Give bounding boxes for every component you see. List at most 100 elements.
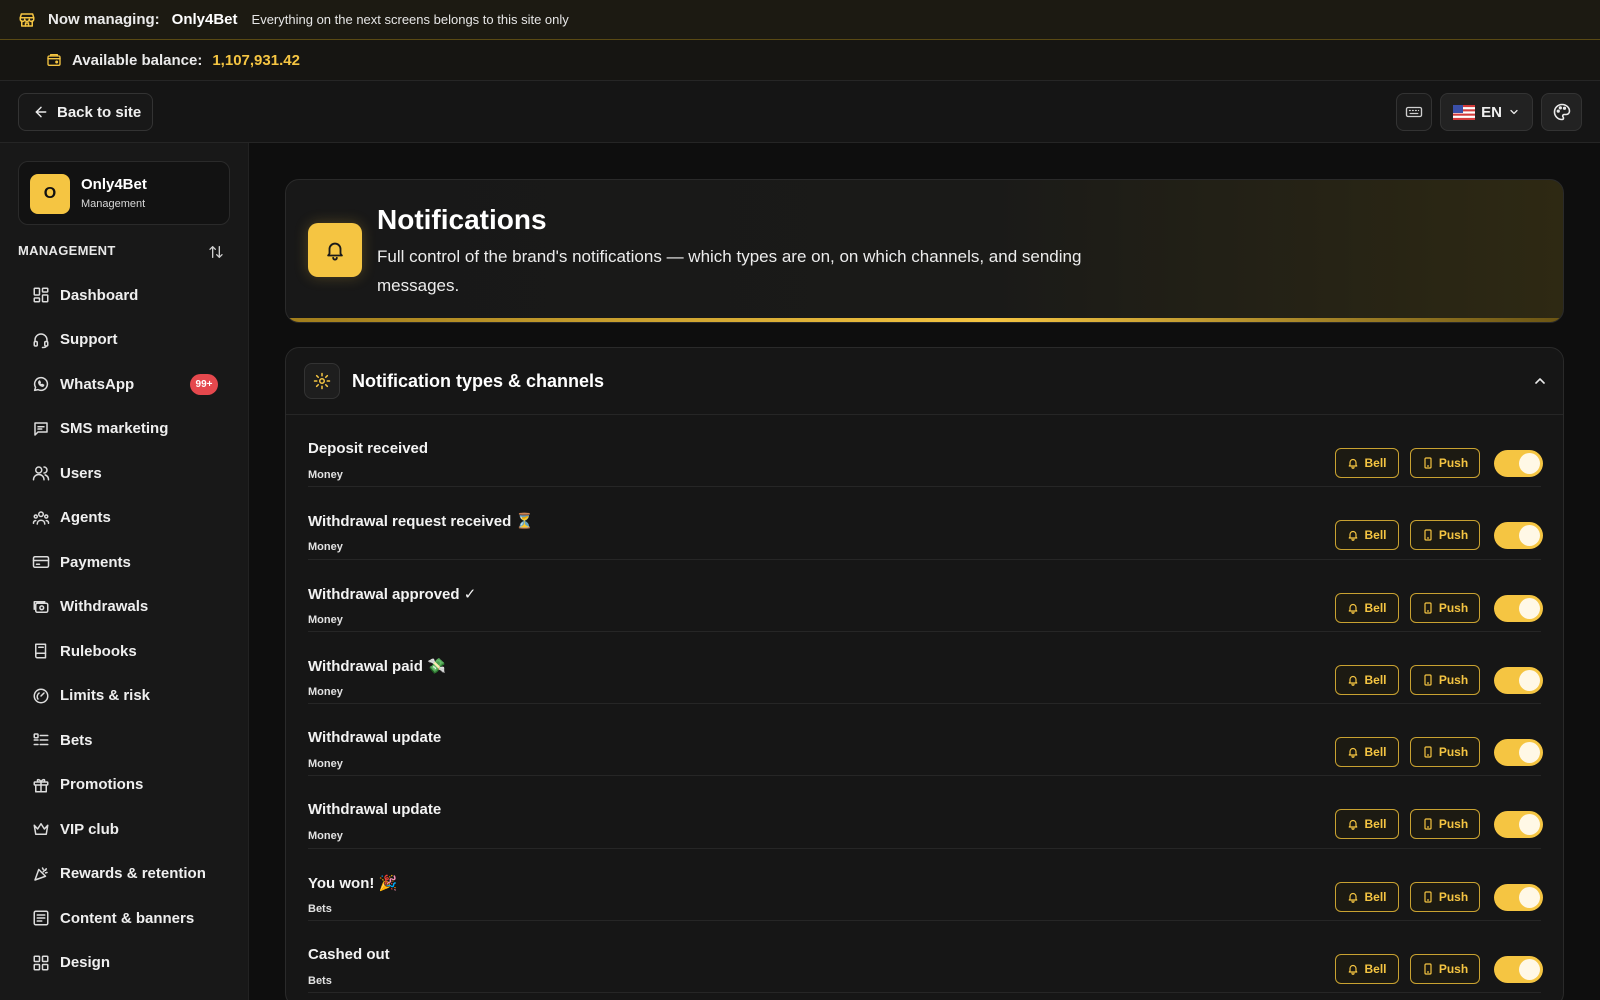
grid-icon — [32, 954, 50, 972]
push-channel-button[interactable]: Push — [1410, 809, 1480, 840]
sidebar-item-label: SMS marketing — [60, 420, 169, 438]
notification-enabled-toggle[interactable] — [1494, 883, 1543, 911]
smartphone-icon — [1422, 746, 1434, 758]
us-flag-icon — [1453, 104, 1476, 120]
notification-enabled-toggle[interactable] — [1494, 956, 1543, 984]
theme-button[interactable] — [1541, 93, 1582, 131]
smartphone-icon — [1422, 674, 1434, 686]
push-channel-button[interactable]: Push — [1410, 954, 1480, 985]
sidebar-item-label: Rewards & retention — [60, 865, 206, 883]
smartphone-icon — [1422, 818, 1434, 831]
sort-icon[interactable] — [208, 244, 224, 260]
bell-channel-button[interactable]: Bell — [1335, 520, 1399, 551]
push-channel-button[interactable]: Push — [1410, 881, 1480, 912]
toggle-knob — [1519, 525, 1540, 547]
sidebar-item-label: Content & banners — [60, 909, 195, 927]
list-icon — [32, 731, 50, 749]
brand-card[interactable]: O Only4Bet Management — [18, 161, 230, 225]
toggle-knob — [1519, 742, 1540, 764]
sidebar-item-limits-risk[interactable]: Limits & risk — [18, 674, 230, 719]
sidebar-item-agents[interactable]: Agents — [18, 496, 230, 541]
bell-channel-button[interactable]: Bell — [1335, 664, 1399, 695]
sidebar-item-payments[interactable]: Payments — [18, 540, 230, 585]
bell-channel-button[interactable]: Bell — [1335, 592, 1399, 623]
sidebar-item-rewards-retention[interactable]: Rewards & retention — [18, 852, 230, 897]
notification-type-title: Deposit received — [308, 440, 429, 457]
sidebar-item-support[interactable]: Support — [18, 318, 230, 363]
page-header: Back to site EN — [0, 81, 1600, 143]
sidebar-item-users[interactable]: Users — [18, 451, 230, 496]
notification-type-row: Deposit received Money Bell Push — [308, 415, 1543, 488]
notification-type-row: Cashed out Bets Bell Push — [308, 921, 1543, 994]
push-channel-button[interactable]: Push — [1410, 520, 1480, 551]
sidebar-item-dashboard[interactable]: Dashboard — [18, 273, 230, 318]
sidebar-item-vip-club[interactable]: VIP club — [18, 807, 230, 852]
notification-type-row: Withdrawal request received ⏳ Money Bell… — [308, 487, 1543, 560]
bell-channel-button[interactable]: Bell — [1335, 809, 1399, 840]
sidebar-item-design[interactable]: Design — [18, 941, 230, 986]
bell-icon — [1347, 963, 1359, 975]
headset-icon — [32, 331, 50, 349]
toggle-knob — [1519, 669, 1540, 691]
sidebar-item-label: Dashboard — [60, 286, 139, 304]
confetti-icon — [32, 865, 50, 883]
content-icon — [32, 909, 50, 927]
sidebar-item-promotions[interactable]: Promotions — [18, 763, 230, 808]
back-to-site-button[interactable]: Back to site — [18, 93, 153, 131]
sidebar-item-withdrawals[interactable]: Withdrawals — [18, 585, 230, 630]
notification-type-category: Money — [308, 541, 343, 554]
notification-enabled-toggle[interactable] — [1494, 450, 1543, 477]
withdrawals-icon — [32, 598, 50, 616]
sidebar-item-label: Payments — [60, 553, 131, 571]
wallet-icon — [46, 52, 62, 68]
notification-enabled-toggle[interactable] — [1494, 522, 1543, 550]
chevron-up-icon[interactable] — [1532, 373, 1548, 389]
brand-logo: O — [30, 174, 70, 214]
bell-channel-label: Bell — [1364, 889, 1387, 904]
palette-icon — [1552, 102, 1572, 122]
smartphone-icon — [1422, 529, 1434, 541]
notification-enabled-toggle[interactable] — [1494, 811, 1543, 839]
managing-note: Everything on the next screens belongs t… — [251, 12, 569, 27]
push-channel-button[interactable]: Push — [1410, 448, 1480, 478]
notification-enabled-toggle[interactable] — [1494, 666, 1543, 694]
sidebar-item-bets[interactable]: Bets — [18, 718, 230, 763]
sidebar-item-rulebooks[interactable]: Rulebooks — [18, 629, 230, 674]
sidebar-item-label: Rulebooks — [60, 642, 137, 660]
bell-channel-button[interactable]: Bell — [1335, 954, 1399, 985]
notification-enabled-toggle[interactable] — [1494, 739, 1543, 767]
language-selector[interactable]: EN — [1440, 93, 1533, 131]
bell-icon — [1347, 746, 1359, 759]
bell-channel-label: Bell — [1364, 962, 1387, 977]
gear-icon — [304, 363, 340, 399]
sidebar-item-sms-marketing[interactable]: SMS marketing — [18, 407, 230, 452]
sidebar-item-content-banners[interactable]: Content & banners — [18, 896, 230, 941]
bell-channel-button[interactable]: Bell — [1335, 448, 1399, 478]
sidebar-item-label: Limits & risk — [60, 687, 151, 705]
push-channel-label: Push — [1438, 600, 1469, 615]
bell-icon — [1347, 457, 1359, 469]
unread-count-badge: 99+ — [190, 374, 218, 395]
push-channel-label: Push — [1438, 817, 1469, 832]
notification-type-category: Money — [308, 613, 343, 626]
sidebar-item-label: Bets — [60, 731, 93, 749]
bell-icon — [1347, 891, 1359, 903]
notification-type-title: You won! 🎉 — [308, 874, 398, 892]
managed-site-name: Only4Bet — [171, 11, 238, 28]
panel-header[interactable]: Notification types & channels — [286, 348, 1563, 415]
notification-type-title: Cashed out — [308, 946, 390, 964]
push-channel-button[interactable]: Push — [1410, 737, 1480, 768]
bell-channel-button[interactable]: Bell — [1335, 881, 1399, 912]
bell-channel-button[interactable]: Bell — [1335, 737, 1399, 768]
sidebar-item-whatsapp[interactable]: WhatsApp 99+ — [18, 362, 230, 407]
keyboard-shortcuts-button[interactable] — [1396, 93, 1432, 131]
push-channel-button[interactable]: Push — [1410, 592, 1480, 623]
push-channel-button[interactable]: Push — [1410, 664, 1480, 695]
push-channel-label: Push — [1438, 456, 1469, 470]
notification-enabled-toggle[interactable] — [1494, 594, 1543, 622]
hero-accent-line — [286, 318, 1563, 322]
notification-type-category: Bets — [308, 975, 332, 988]
bell-icon — [308, 223, 362, 277]
brand-subtitle: Management — [81, 198, 146, 210]
balance-bar: Available balance: 1,107,931.42 — [0, 40, 1600, 81]
